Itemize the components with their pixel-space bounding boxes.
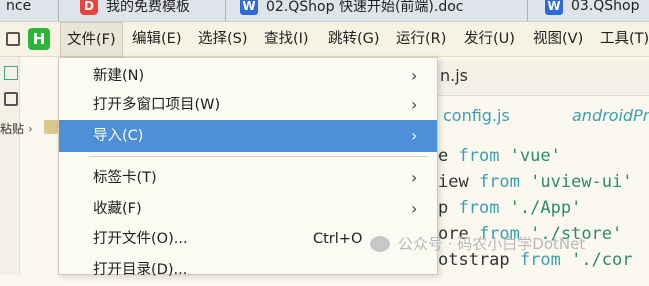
- file-tab-config[interactable]: config.js: [443, 106, 510, 125]
- chevron-right-icon: ›: [411, 66, 418, 85]
- file-tab-androidpr[interactable]: androidPr: [572, 106, 649, 125]
- menu-item-open-directory[interactable]: 打开目录(D)...: [59, 254, 437, 286]
- menu-tools[interactable]: 工具(T): [594, 22, 649, 57]
- menu-item-shortcut: Ctrl+O: [313, 231, 363, 247]
- menu-run[interactable]: 运行(R): [390, 22, 452, 57]
- template-app-icon: D: [80, 0, 98, 15]
- menu-bar: H 文件(F) 编辑(E) 选择(S) 查找(I) 跳转(G) 运行(R) 发行…: [0, 22, 649, 57]
- menu-publish[interactable]: 发行(U): [458, 22, 521, 57]
- clipboard-icon[interactable]: [4, 92, 18, 106]
- taskbar-tab-2[interactable]: D 我的免费模板: [80, 0, 190, 18]
- taskbar-tab-label: 03.QShop: [571, 0, 640, 14]
- menu-select[interactable]: 选择(S): [192, 22, 254, 57]
- menu-view[interactable]: 视图(V): [527, 22, 589, 57]
- menu-item-import[interactable]: 导入(C) ›: [59, 120, 437, 152]
- menu-find[interactable]: 查找(I): [258, 22, 315, 57]
- menu-item-label: 标签卡(T): [93, 170, 157, 186]
- taskbar-tab-label: 02.QShop 快速开始(前端).doc: [266, 0, 464, 15]
- window-icon[interactable]: [6, 32, 20, 46]
- chevron-right-icon: ›: [411, 168, 418, 187]
- menu-item-label: 打开文件(O)...: [93, 231, 188, 247]
- menu-item-new[interactable]: 新建(N) ›: [59, 60, 437, 92]
- chevron-right-icon: ›: [411, 126, 418, 145]
- taskbar-tab-1[interactable]: nce: [6, 0, 31, 18]
- code-line: p from './App': [438, 198, 582, 218]
- taskbar-separator: [58, 0, 59, 21]
- menu-item-label: 收藏(F): [93, 201, 142, 217]
- taskbar-separator: [527, 0, 528, 21]
- word-doc-icon: W: [545, 0, 563, 15]
- taskbar-tab-label: nce: [6, 0, 32, 14]
- menu-item-label: 导入(C): [93, 128, 144, 144]
- os-taskbar: nce D 我的免费模板 W 02.QShop 快速开始(前端).doc W 0…: [0, 0, 649, 22]
- wechat-watermark: 公众号 · 码农小白学DotNet: [370, 233, 585, 254]
- menu-item-label: 打开目录(D)...: [93, 262, 188, 278]
- tree-expand-icon[interactable]: ›: [28, 122, 33, 136]
- menu-item-favorites[interactable]: 收藏(F) ›: [59, 193, 437, 225]
- paste-label: 粘贴: [0, 122, 25, 136]
- menu-file[interactable]: 文件(F): [60, 22, 123, 57]
- word-doc-icon: W: [240, 0, 258, 15]
- new-file-icon[interactable]: [4, 66, 18, 80]
- menu-item-label: 打开多窗口项目(W): [93, 97, 221, 113]
- editor-tab-main-js[interactable]: n.js: [440, 66, 468, 85]
- left-toolbar: [0, 57, 20, 275]
- wechat-icon: [370, 235, 390, 252]
- watermark-text: 公众号 · 码农小白学DotNet: [398, 235, 586, 253]
- menu-separator: [89, 156, 429, 157]
- menu-item-tabs[interactable]: 标签卡(T) ›: [59, 162, 437, 194]
- menu-item-open-multi-window[interactable]: 打开多窗口项目(W) ›: [59, 89, 437, 121]
- menu-item-label: 新建(N): [93, 68, 145, 84]
- taskbar-tab-label: 我的免费模板: [106, 0, 190, 15]
- menu-goto[interactable]: 跳转(G): [322, 22, 386, 57]
- menu-edit[interactable]: 编辑(E): [126, 22, 187, 57]
- taskbar-tab-4[interactable]: W 03.QShop: [545, 0, 640, 18]
- folder-icon: [44, 120, 58, 134]
- code-line: iew from 'uview-ui': [438, 172, 633, 192]
- hbuilderx-logo-icon: H: [28, 28, 50, 50]
- code-line: e from 'vue': [438, 146, 561, 166]
- taskbar-tab-3[interactable]: W 02.QShop 快速开始(前端).doc: [240, 0, 463, 18]
- chevron-right-icon: ›: [411, 95, 418, 114]
- taskbar-separator: [225, 0, 226, 21]
- chevron-right-icon: ›: [411, 199, 418, 218]
